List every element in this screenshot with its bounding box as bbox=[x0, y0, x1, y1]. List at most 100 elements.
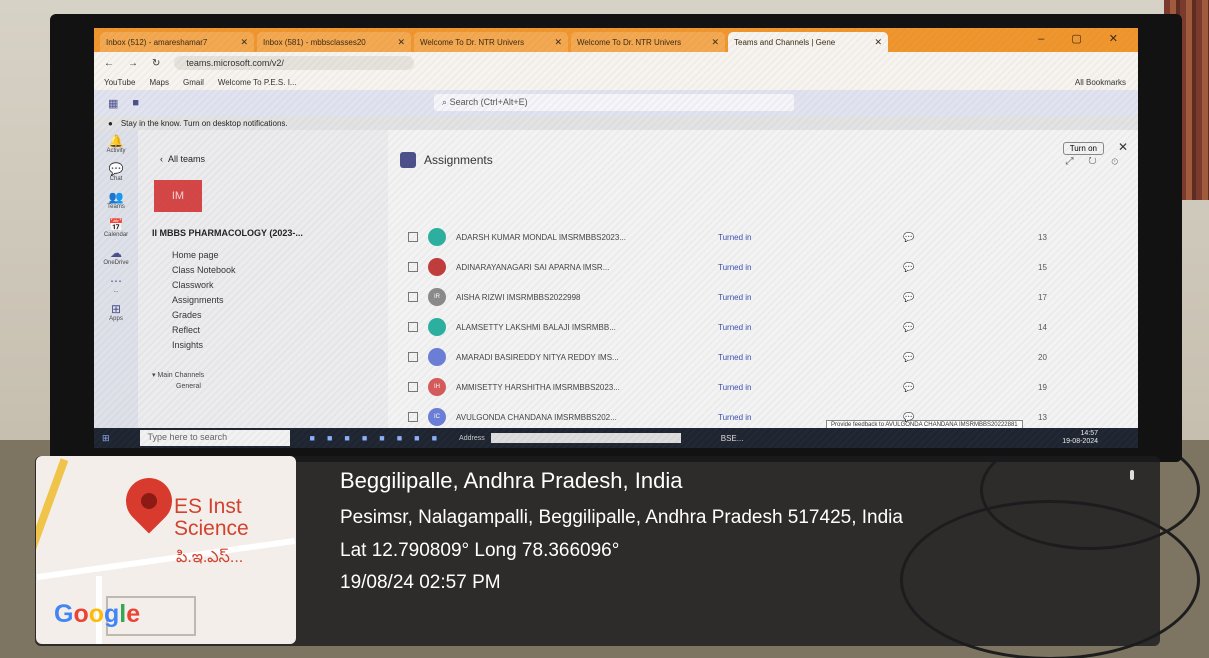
rail-item[interactable]: 💬 Chat bbox=[94, 158, 138, 186]
browser-tab[interactable]: Welcome To Dr. NTR Univers ✕ bbox=[571, 32, 725, 52]
feedback-icon[interactable]: 💬 bbox=[903, 232, 914, 243]
reload-icon[interactable]: ↻ bbox=[152, 58, 160, 69]
stock-widget[interactable]: BSE... bbox=[721, 434, 744, 443]
points-value[interactable]: 20 bbox=[1038, 353, 1047, 362]
bookmark-item[interactable]: Gmail bbox=[183, 78, 204, 87]
info-dot-icon: ● bbox=[108, 118, 113, 128]
geotag-address: Pesimsr, Nalagampalli, Beggilipalle, And… bbox=[340, 507, 903, 528]
table-row[interactable]: ADINARAYANAGARI SAI APARNA IMSR... Turned… bbox=[388, 252, 1108, 282]
url-field[interactable]: teams.microsoft.com/v2/ bbox=[174, 56, 415, 70]
channel-general[interactable]: General bbox=[152, 381, 204, 392]
taskbar-clock[interactable]: 14:57 19-08-2024 bbox=[1062, 430, 1098, 446]
points-value[interactable]: 14 bbox=[1038, 323, 1047, 332]
feedback-icon[interactable]: 💬 bbox=[903, 292, 914, 303]
status-badge: Turned in bbox=[718, 412, 752, 422]
taskbar-app-icons[interactable]: ■■■■■■■■ bbox=[310, 433, 450, 443]
team-nav-item[interactable]: Grades bbox=[172, 308, 236, 323]
points-value[interactable]: 19 bbox=[1038, 383, 1047, 392]
back-arrow-icon[interactable]: ← bbox=[104, 58, 114, 69]
row-checkbox[interactable] bbox=[408, 382, 418, 392]
google-logo-letter: o bbox=[73, 600, 89, 628]
close-tab-icon[interactable]: ✕ bbox=[554, 37, 562, 48]
table-row[interactable]: ADARSH KUMAR MONDAL IMSRMBBS2023... Turne… bbox=[388, 222, 1108, 252]
feedback-icon[interactable]: 💬 bbox=[903, 352, 914, 363]
browser-tab[interactable]: Teams and Channels | Gene ✕ bbox=[728, 32, 888, 52]
row-checkbox[interactable] bbox=[408, 352, 418, 362]
table-row[interactable]: AMARADI BASIREDDY NITYA REDDY IMS... Turn… bbox=[388, 342, 1108, 372]
feedback-icon[interactable]: 💬 bbox=[903, 382, 914, 393]
google-logo-letter: e bbox=[126, 600, 141, 628]
main-channels-header[interactable]: ▾ Main Channels bbox=[152, 370, 204, 381]
rail-item[interactable]: 🔔 Activity bbox=[94, 130, 138, 158]
team-name[interactable]: II MBBS PHARMACOLOGY (2023-... bbox=[152, 228, 303, 238]
browser-tab[interactable]: Inbox (512) - amareshamar7 ✕ bbox=[100, 32, 254, 52]
taskbar-address-field[interactable] bbox=[490, 433, 681, 443]
bookmark-item[interactable]: YouTube bbox=[104, 78, 135, 87]
close-tab-icon[interactable]: ✕ bbox=[874, 37, 882, 48]
bookmark-item[interactable]: Maps bbox=[149, 78, 169, 87]
row-checkbox[interactable] bbox=[408, 412, 418, 422]
browser-tab-label: Welcome To Dr. NTR Univers bbox=[420, 37, 525, 47]
close-icon[interactable]: ✕ bbox=[1118, 140, 1128, 154]
map-place-label: ES Inst Science bbox=[174, 495, 249, 540]
start-icon[interactable]: ⊞ bbox=[102, 433, 110, 444]
location-map-thumbnail: ES Inst Science పి.ఇ.ఎస్... Google bbox=[36, 456, 296, 644]
row-checkbox[interactable] bbox=[408, 232, 418, 242]
team-nav-item[interactable]: Reflect bbox=[172, 323, 236, 338]
app-grid-icon[interactable]: ▦ bbox=[108, 97, 118, 110]
window-controls[interactable]: – ▢ ✕ bbox=[1038, 32, 1130, 45]
notification-text: Stay in the know. Turn on desktop notifi… bbox=[120, 118, 288, 128]
team-nav-item[interactable]: Classwork bbox=[172, 278, 236, 293]
row-checkbox[interactable] bbox=[408, 292, 418, 302]
team-nav-item[interactable]: Assignments bbox=[172, 293, 236, 308]
close-tab-icon[interactable]: ✕ bbox=[397, 37, 405, 48]
table-row[interactable]: ALAMSETTY LAKSHMI BALAJI IMSRMBB... Turne… bbox=[388, 312, 1108, 342]
assignments-icon bbox=[400, 152, 416, 168]
notification-banner: ● Stay in the know. Turn on desktop noti… bbox=[94, 116, 1138, 130]
row-checkbox[interactable] bbox=[408, 262, 418, 272]
rail-item[interactable]: ☁ OneDrive bbox=[94, 242, 138, 270]
points-value[interactable]: 13 bbox=[1038, 233, 1047, 242]
all-bookmarks[interactable]: All Bookmarks bbox=[1075, 78, 1126, 87]
main-channels-label: Main Channels bbox=[157, 372, 205, 379]
browser-tab[interactable]: Welcome To Dr. NTR Univers ✕ bbox=[414, 32, 568, 52]
team-nav: Home page Class Notebook Classwork Assignme… bbox=[172, 248, 236, 353]
points-value[interactable]: 13 bbox=[1038, 413, 1047, 422]
team-nav-item[interactable]: Insights bbox=[172, 338, 236, 353]
windows-taskbar: ⊞ Type here to search ■■■■■■■■ Address B… bbox=[94, 428, 1138, 448]
table-row[interactable]: IH AMMISETTY HARSHITHA IMSRMBBS2023... Tur… bbox=[388, 372, 1108, 402]
rail-label: Teams bbox=[107, 204, 125, 210]
points-value[interactable]: 15 bbox=[1038, 263, 1047, 272]
turn-on-button[interactable]: Turn on bbox=[1062, 142, 1104, 155]
points-value[interactable]: 17 bbox=[1038, 293, 1047, 302]
team-panel: ‹ All teams IM II MBBS PHARMACOLOGY (202… bbox=[138, 130, 388, 428]
rail-item[interactable]: ⊞ Apps bbox=[94, 298, 138, 326]
feedback-icon[interactable]: 💬 bbox=[903, 412, 914, 423]
feedback-icon[interactable]: 💬 bbox=[903, 262, 914, 273]
feedback-icon[interactable]: 💬 bbox=[903, 322, 914, 333]
student-name: AVULGONDA CHANDANA IMSRMBBS202... bbox=[456, 412, 617, 422]
table-row[interactable]: IR AISHA RIZWI IMSRMBBS2022998 Turned in 💬 1… bbox=[388, 282, 1108, 312]
teams-search-input[interactable]: ⌕ Search (Ctrl+Alt+E) bbox=[434, 94, 794, 111]
student-name: AISHA RIZWI IMSRMBBS2022998 bbox=[456, 292, 581, 302]
close-tab-icon[interactable]: ✕ bbox=[240, 37, 248, 48]
rail-item[interactable]: ⋯... bbox=[94, 270, 138, 298]
close-tab-icon[interactable]: ✕ bbox=[711, 37, 719, 48]
rail-item[interactable]: 👥 Teams bbox=[94, 186, 138, 214]
teams-logo-icon: ■ bbox=[132, 97, 140, 109]
team-nav-item[interactable]: Class Notebook bbox=[172, 263, 236, 278]
student-avatar bbox=[428, 318, 446, 336]
forward-arrow-icon[interactable]: → bbox=[128, 58, 138, 69]
taskbar-address-label: Address bbox=[459, 434, 485, 442]
browser-tab[interactable]: Inbox (581) - mbbsclasses20 ✕ bbox=[257, 32, 411, 52]
rail-item[interactable]: 📅 Calendar bbox=[94, 214, 138, 242]
taskbar-search-input[interactable]: Type here to search bbox=[139, 430, 290, 446]
all-teams-link[interactable]: ‹ All teams bbox=[160, 154, 205, 164]
pane-actions[interactable]: ⤢ ↻ ⊙ bbox=[1065, 156, 1124, 167]
bookmark-item[interactable]: Welcome To P.E.S. I... bbox=[218, 78, 297, 87]
map-road bbox=[36, 537, 296, 581]
rail-icon: ⊞ bbox=[110, 302, 122, 316]
geotag-coordinates: Lat 12.790809° Long 78.366096° bbox=[340, 540, 620, 561]
row-checkbox[interactable] bbox=[408, 322, 418, 332]
team-nav-item[interactable]: Home page bbox=[172, 248, 236, 263]
